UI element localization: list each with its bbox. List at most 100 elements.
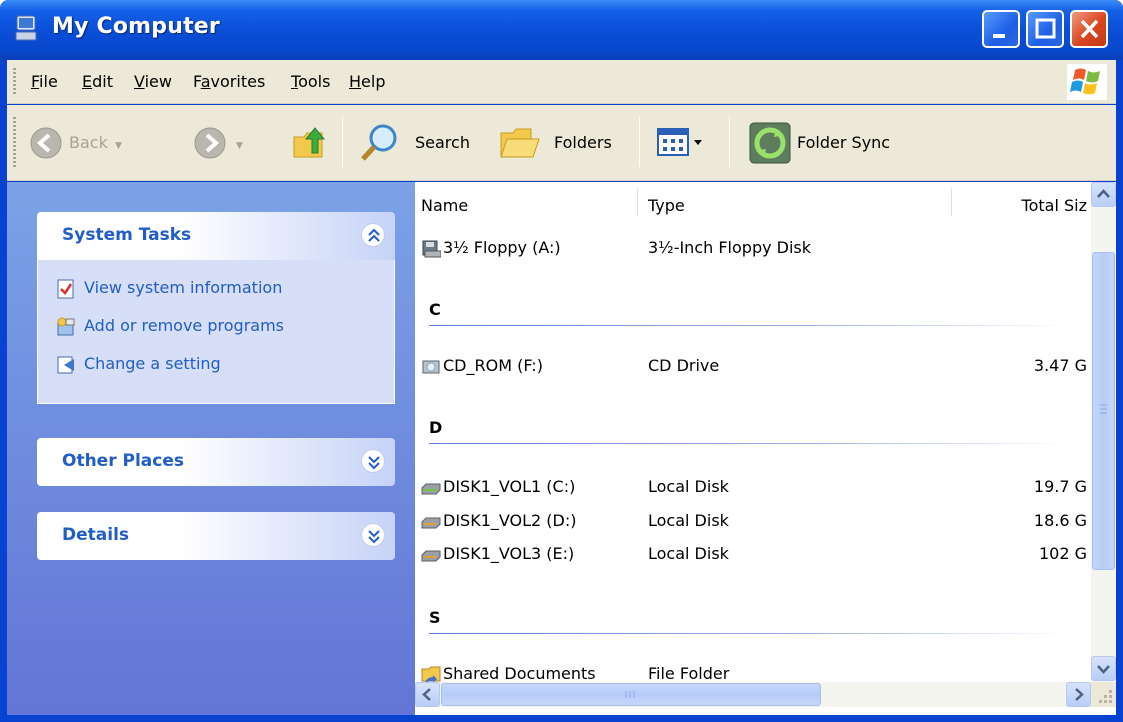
item-size: 19.7 G: [1033, 477, 1087, 496]
back-arrow-icon[interactable]: [29, 126, 63, 160]
item-name: DISK1_VOL1 (C:): [443, 477, 576, 496]
horizontal-scroll-thumb[interactable]: [441, 683, 821, 706]
system-tasks-body: View system information Add or remove pr…: [37, 260, 395, 404]
group-divider: [429, 325, 1069, 326]
details-header[interactable]: Details: [37, 512, 395, 560]
item-type: Local Disk: [648, 477, 729, 496]
item-name: CD_ROM (F:): [443, 356, 543, 375]
vertical-scroll-thumb[interactable]: [1092, 252, 1115, 570]
folder-sync-icon[interactable]: [748, 121, 792, 165]
menubar-grip[interactable]: [13, 68, 16, 96]
column-header-name[interactable]: Name: [421, 196, 468, 215]
task-view-system-information[interactable]: View system information: [84, 278, 282, 297]
item-name: Shared Documents: [443, 664, 596, 682]
close-button[interactable]: [1070, 10, 1108, 48]
forward-dropdown-icon[interactable]: ▼: [236, 141, 243, 151]
main-area: System Tasks View system information Add…: [7, 182, 1116, 715]
shared-folder-icon: [421, 666, 441, 682]
item-size: 18.6 G: [1033, 511, 1087, 530]
item-type: Local Disk: [648, 544, 729, 563]
title-bar[interactable]: My Computer: [0, 0, 1123, 60]
toolbar-separator: [729, 117, 730, 167]
search-button-label[interactable]: Search: [415, 133, 470, 152]
group-divider: [429, 443, 1069, 444]
horizontal-scrollbar[interactable]: [415, 682, 1116, 707]
item-type: Local Disk: [648, 511, 729, 530]
maximize-button[interactable]: [1026, 10, 1064, 48]
add-remove-programs-icon: [57, 317, 75, 336]
group-header-c: C: [429, 300, 441, 319]
item-name: DISK1_VOL2 (D:): [443, 511, 577, 530]
toolbar-grip[interactable]: [13, 117, 16, 167]
menu-view[interactable]: View: [134, 72, 172, 91]
hard-disk-icon: [421, 517, 441, 529]
system-tasks-title: System Tasks: [62, 225, 192, 245]
list-item[interactable]: DISK1_VOL3 (E:) Local Disk 102 G: [415, 540, 1091, 570]
item-name: 3½ Floppy (A:): [443, 238, 561, 257]
system-info-icon: [57, 279, 74, 299]
collapse-icon[interactable]: [361, 223, 385, 247]
menu-help[interactable]: Help: [349, 72, 385, 91]
resize-grip[interactable]: [1091, 682, 1116, 707]
menu-tools[interactable]: Tools: [291, 72, 330, 91]
cd-drive-icon: [422, 360, 440, 374]
folders-icon[interactable]: [499, 123, 541, 161]
list-item[interactable]: DISK1_VOL1 (C:) Local Disk 19.7 G: [415, 473, 1091, 503]
item-type: CD Drive: [648, 356, 720, 375]
column-divider[interactable]: [637, 188, 638, 216]
item-type: File Folder: [648, 664, 730, 682]
window-title: My Computer: [52, 14, 220, 39]
back-dropdown-icon[interactable]: ▼: [115, 141, 122, 151]
toolbar-separator: [342, 117, 343, 167]
item-name: DISK1_VOL3 (E:): [443, 544, 575, 563]
explorer-window: My Computer File Edit View Favorites Too…: [0, 0, 1123, 722]
other-places-header[interactable]: Other Places: [37, 438, 395, 486]
toolbar-separator: [639, 117, 640, 167]
system-tasks-header[interactable]: System Tasks: [37, 212, 395, 260]
folder-sync-button-label[interactable]: Folder Sync: [797, 133, 890, 152]
hard-disk-icon: [421, 483, 441, 495]
my-computer-icon: [15, 15, 37, 41]
scroll-down-button[interactable]: [1091, 656, 1116, 681]
menu-favorites[interactable]: Favorites: [193, 72, 265, 91]
task-change-a-setting[interactable]: Change a setting: [84, 354, 221, 373]
task-pane: System Tasks View system information Add…: [7, 182, 415, 715]
windows-logo-icon: [1067, 64, 1107, 100]
list-item[interactable]: DISK1_VOL2 (D:) Local Disk 18.6 G: [415, 507, 1091, 537]
back-button-label[interactable]: Back: [69, 133, 108, 152]
scroll-left-button[interactable]: [415, 682, 440, 707]
forward-arrow-icon[interactable]: [193, 126, 227, 160]
group-header-d: D: [429, 418, 443, 437]
file-list: Name Type Total Siz 3½ Floppy (A:) 3½-In…: [415, 182, 1091, 682]
menu-bar: File Edit View Favorites Tools Help: [7, 60, 1116, 104]
change-setting-icon: [57, 356, 74, 374]
expand-icon[interactable]: [361, 523, 385, 547]
hard-disk-icon: [421, 550, 441, 562]
column-header-type[interactable]: Type: [648, 196, 685, 215]
other-places-title: Other Places: [62, 451, 184, 471]
list-item[interactable]: 3½ Floppy (A:) 3½-Inch Floppy Disk: [415, 234, 1091, 264]
standard-toolbar: Back ▼ ▼ Search Folders Folder Sync: [7, 105, 1116, 181]
group-divider: [429, 633, 1069, 634]
column-header-total-size[interactable]: Total Siz: [1022, 196, 1087, 215]
expand-icon[interactable]: [361, 449, 385, 473]
vertical-scrollbar[interactable]: [1091, 182, 1116, 682]
menu-edit[interactable]: Edit: [82, 72, 113, 91]
search-icon[interactable]: [359, 121, 401, 163]
list-item[interactable]: Shared Documents File Folder: [415, 660, 1091, 682]
scroll-right-button[interactable]: [1066, 682, 1091, 707]
minimize-button[interactable]: [982, 10, 1020, 48]
task-add-remove-programs[interactable]: Add or remove programs: [84, 316, 284, 335]
menu-file[interactable]: File: [31, 72, 58, 91]
group-header-s: S: [429, 608, 441, 627]
list-item[interactable]: CD_ROM (F:) CD Drive 3.47 G: [415, 352, 1091, 382]
views-icon[interactable]: [657, 127, 707, 159]
up-folder-icon[interactable]: [290, 123, 328, 161]
floppy-drive-icon: [422, 240, 441, 258]
details-title: Details: [62, 525, 130, 545]
column-divider[interactable]: [951, 188, 952, 216]
item-size: 102 G: [1038, 544, 1087, 563]
folders-button-label[interactable]: Folders: [554, 133, 612, 152]
scroll-up-button[interactable]: [1091, 182, 1116, 207]
item-size: 3.47 G: [1033, 356, 1087, 375]
